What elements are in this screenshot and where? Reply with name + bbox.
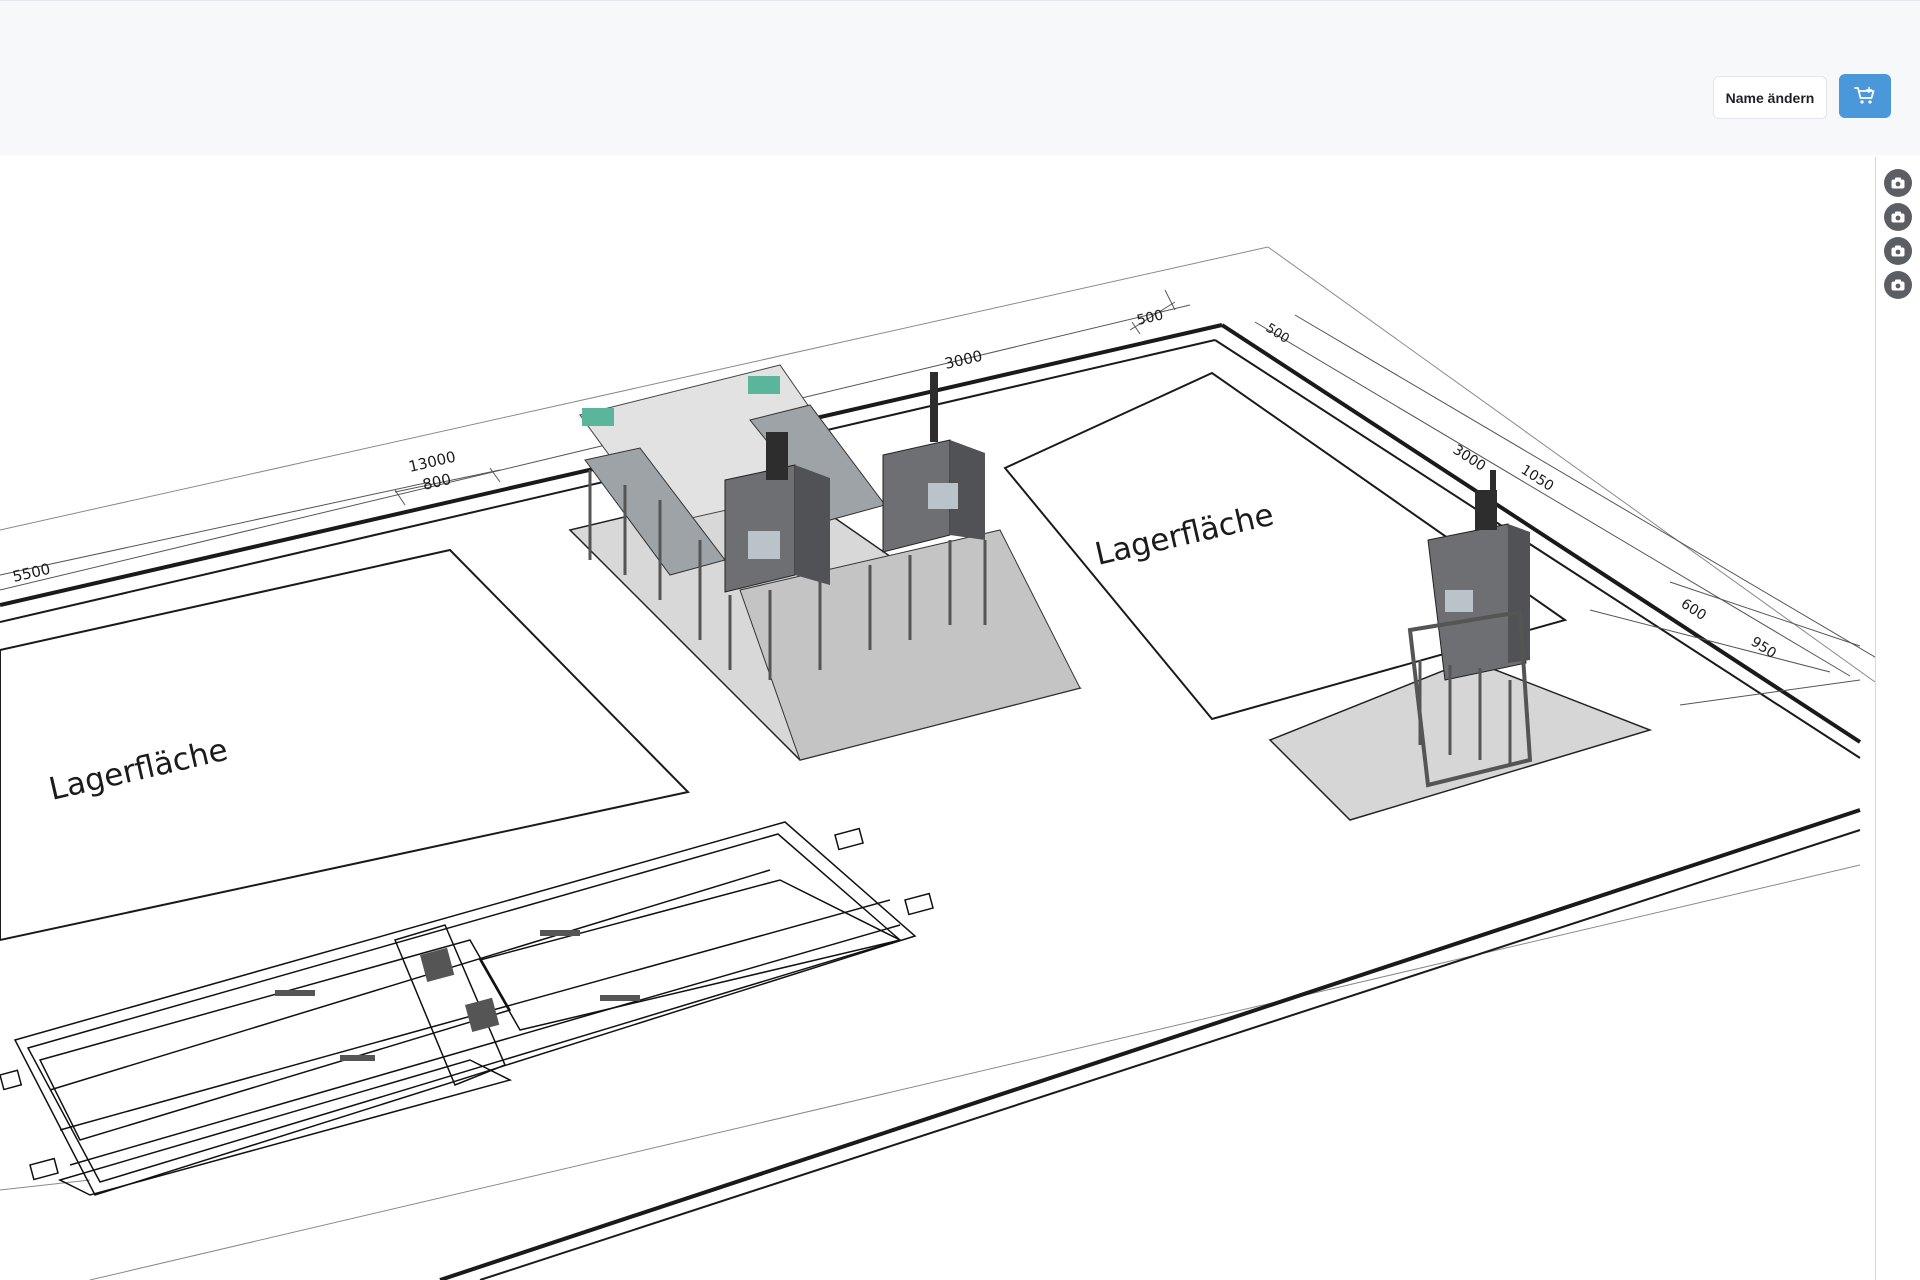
storage-area-label: Lagerfläche bbox=[46, 732, 231, 808]
machine-cell-single[interactable] bbox=[1268, 470, 1653, 821]
dimension-label: 500 bbox=[1135, 307, 1165, 329]
camera-icon bbox=[1891, 279, 1905, 291]
3d-viewport[interactable]: 5500 13000 800 3000 500 500 3000 1050 60… bbox=[0, 155, 1875, 1280]
camera-toolbar bbox=[1875, 157, 1920, 1280]
dimension-label: 3000 bbox=[943, 347, 984, 373]
dimension-label: 500 bbox=[1263, 321, 1292, 347]
dimension-label: 5500 bbox=[11, 560, 52, 586]
camera-view-button[interactable] bbox=[1884, 203, 1912, 231]
camera-icon bbox=[1891, 177, 1905, 189]
camera-icon bbox=[1891, 211, 1905, 223]
camera-icon bbox=[1891, 245, 1905, 257]
rename-button[interactable]: Name ändern bbox=[1713, 76, 1827, 119]
camera-view-button[interactable] bbox=[1884, 169, 1912, 197]
cart-button[interactable] bbox=[1839, 74, 1891, 118]
machine-cell-double[interactable] bbox=[568, 364, 1082, 761]
camera-view-button[interactable] bbox=[1884, 271, 1912, 299]
cart-icon bbox=[1854, 86, 1875, 104]
top-bar: Name ändern bbox=[0, 0, 1920, 155]
dimension-label: 600 bbox=[1678, 596, 1709, 624]
floor-plan-scene[interactable]: 5500 13000 800 3000 500 500 3000 1050 60… bbox=[0, 155, 1875, 1280]
camera-view-button[interactable] bbox=[1884, 237, 1912, 265]
dimension-label: 13000 bbox=[407, 448, 458, 476]
machine-2d-drawing bbox=[0, 821, 934, 1196]
dimension-label: 3000 bbox=[1450, 442, 1489, 475]
storage-area-label: Lagerfläche bbox=[1092, 497, 1277, 573]
dimension-label: 800 bbox=[421, 470, 453, 494]
